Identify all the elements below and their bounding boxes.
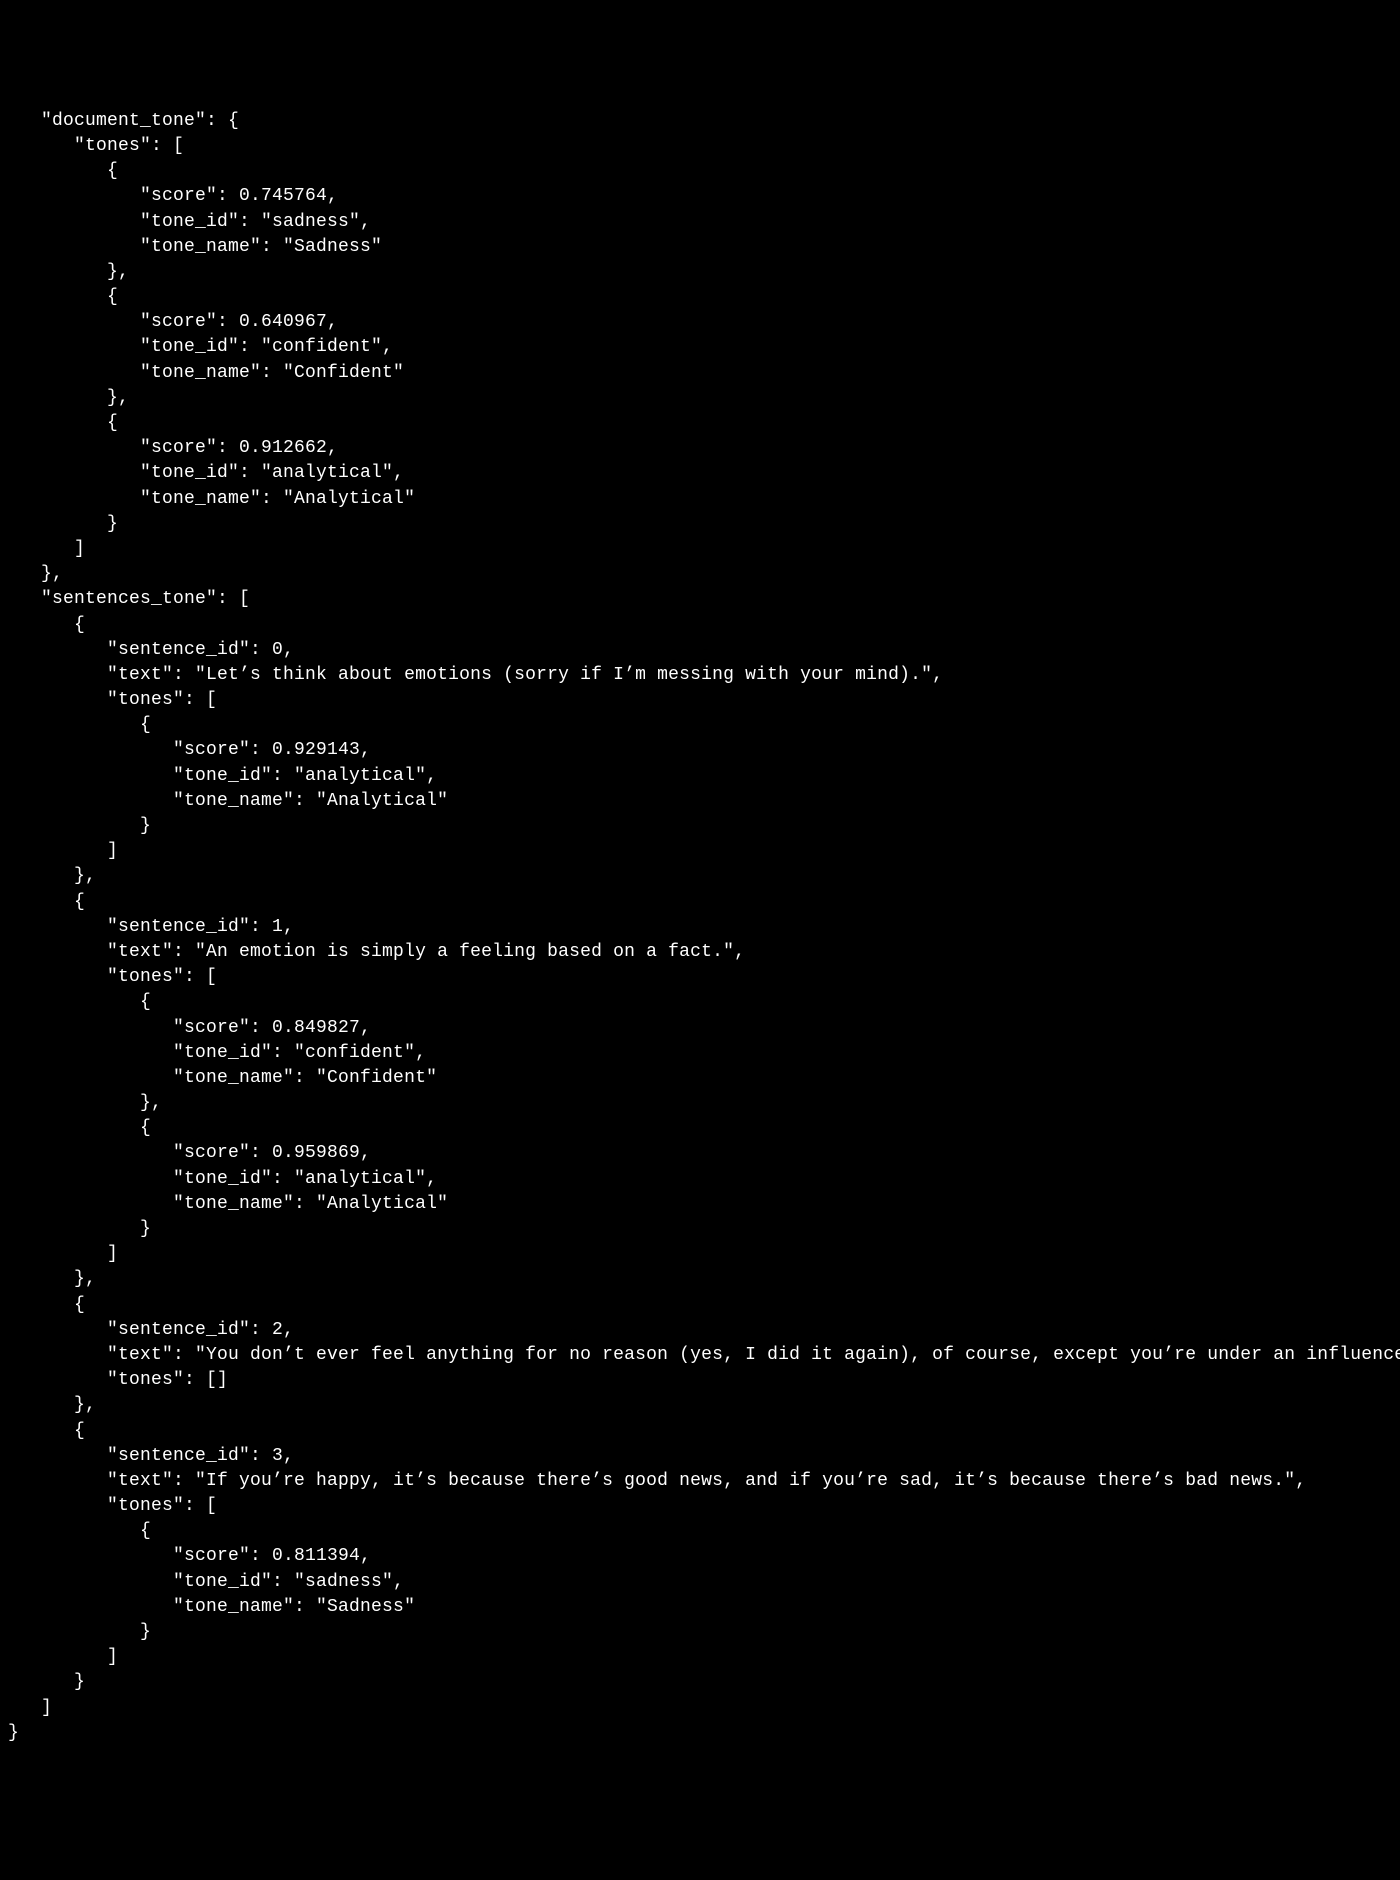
- json-output: "document_tone": { "tones": [ { "score":…: [8, 109, 1400, 1746]
